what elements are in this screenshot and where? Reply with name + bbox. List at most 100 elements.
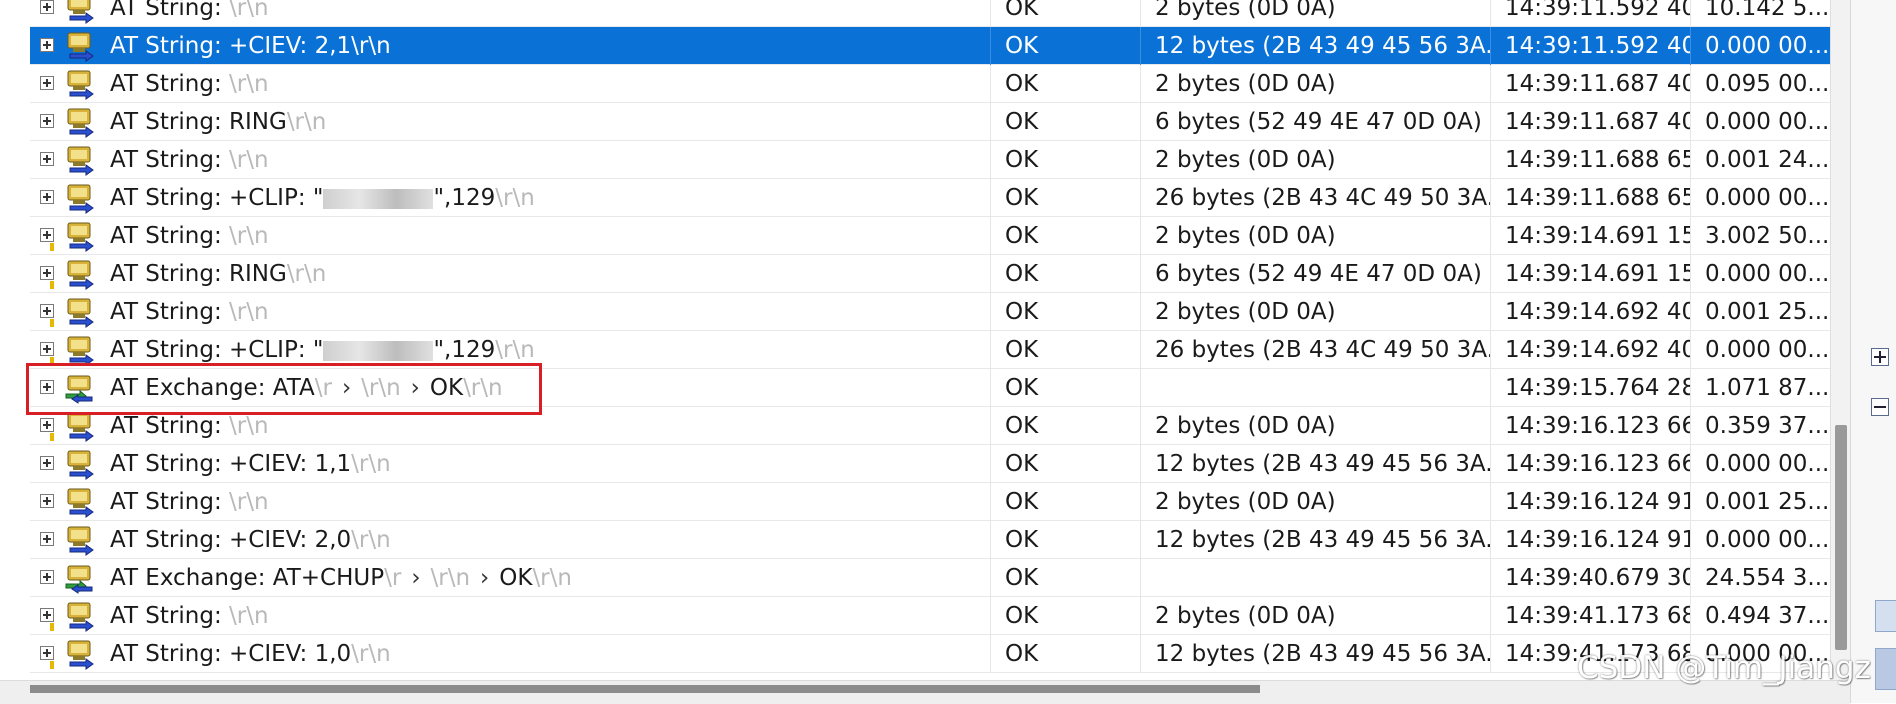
- expand-toggle-icon[interactable]: [40, 646, 54, 660]
- at-command: ATA: [272, 375, 315, 401]
- cell-data: 12 bytes (2B 43 49 45 56 3A...: [1140, 635, 1490, 673]
- side-tool-icon-2[interactable]: [1875, 648, 1896, 690]
- cell-delta: 0.359 37...: [1690, 407, 1830, 445]
- horizontal-scrollbar-thumb[interactable]: [30, 685, 1260, 693]
- table-row[interactable]: AT String: RING\r\n OK 6 bytes (52 49 4E 4…: [30, 103, 1830, 141]
- at-string-icon: [62, 410, 96, 442]
- expand-toggle-icon[interactable]: [40, 38, 54, 52]
- table-row[interactable]: AT String: \r\n OK 2 bytes (0D 0A) 14:39:11…: [30, 141, 1830, 179]
- table-row[interactable]: AT String: \r\n OK 2 bytes (0D 0A) 14:39:41…: [30, 597, 1830, 635]
- table-row[interactable]: AT String: +CLIP: " ",129\r\n OK 26 bytes (…: [30, 179, 1830, 217]
- collapse-all-icon[interactable]: [1871, 398, 1889, 416]
- cell-timestamp: 14:39:15.764 283 200: [1490, 369, 1690, 407]
- cell-data: 2 bytes (0D 0A): [1140, 141, 1490, 179]
- response-line-2: OK: [499, 565, 533, 591]
- cell-data: 2 bytes (0D 0A): [1140, 597, 1490, 635]
- cell-name: AT String: \r\n: [30, 65, 990, 103]
- at-string-icon: [62, 486, 96, 518]
- watermark: CSDN @Tim_Jiangz: [1577, 650, 1871, 686]
- vertical-scrollbar[interactable]: [1830, 0, 1851, 680]
- expand-toggle-icon[interactable]: [40, 114, 54, 128]
- expand-toggle-icon[interactable]: [40, 608, 54, 622]
- at-command-terminator: \r: [384, 565, 402, 591]
- cell-status: OK: [990, 445, 1140, 483]
- cell-timestamp: 14:39:11.592 406 400: [1490, 0, 1690, 27]
- at-string-value: +CIEV: 1,0: [229, 641, 352, 667]
- cell-status: OK: [990, 65, 1140, 103]
- expand-toggle-icon[interactable]: [40, 456, 54, 470]
- table-row[interactable]: AT String: \r\n OK 2 bytes (0D 0A) 14:39:11…: [30, 0, 1830, 27]
- trace-grid[interactable]: AT String: \r\n OK 2 bytes (0D 0A) 14:39:11…: [0, 0, 1830, 680]
- cell-status: OK: [990, 293, 1140, 331]
- table-row[interactable]: AT String: +CIEV: 2,0\r\n OK 12 bytes (2B …: [30, 521, 1830, 559]
- expand-toggle-icon[interactable]: [40, 532, 54, 546]
- cell-data: 6 bytes (52 49 4E 47 0D 0A): [1140, 255, 1490, 293]
- cell-data: 2 bytes (0D 0A): [1140, 217, 1490, 255]
- cell-data: 2 bytes (0D 0A): [1140, 483, 1490, 521]
- table-row[interactable]: AT String: +CLIP: " ",129\r\n OK 26 bytes (…: [30, 331, 1830, 369]
- at-string-icon: [62, 106, 96, 138]
- cell-timestamp: 14:39:14.692 409 200: [1490, 331, 1690, 369]
- row-label: AT String: \r\n: [110, 483, 269, 521]
- expand-toggle-icon[interactable]: [40, 304, 54, 318]
- at-string-value-tail: ",129: [433, 337, 496, 363]
- table-row[interactable]: AT String: +CIEV: 2,1\r\n OK 12 bytes (2B …: [30, 27, 1830, 65]
- line-terminator: \r\n: [229, 71, 269, 97]
- table-row[interactable]: AT String: \r\n OK 2 bytes (0D 0A) 14:39:11…: [30, 65, 1830, 103]
- expand-toggle-icon[interactable]: [40, 152, 54, 166]
- expand-toggle-icon[interactable]: [40, 494, 54, 508]
- table-row[interactable]: AT String: +CIEV: 1,1\r\n OK 12 bytes (2B …: [30, 445, 1830, 483]
- table-row[interactable]: AT String: \r\n OK 2 bytes (0D 0A) 14:39:14…: [30, 293, 1830, 331]
- table-row[interactable]: AT Exchange: AT+CHUP\r › \r\n › OK\r\n OK 14:3…: [30, 559, 1830, 597]
- table-row[interactable]: AT String: +CIEV: 1,0\r\n OK 12 bytes (2B …: [30, 635, 1830, 673]
- row-label: AT Exchange: AT+CHUP\r › \r\n › OK\r\n: [110, 559, 572, 597]
- expand-toggle-icon[interactable]: [40, 266, 54, 280]
- row-type-label: AT String:: [110, 261, 230, 287]
- vertical-scrollbar-thumb[interactable]: [1835, 425, 1847, 650]
- expand-toggle-icon[interactable]: [40, 76, 54, 90]
- cell-name: AT String: RING\r\n: [30, 103, 990, 141]
- line-terminator: \r\n: [351, 641, 391, 667]
- at-string-value: RING: [229, 261, 287, 287]
- row-type-label: AT String:: [110, 527, 230, 553]
- redacted-number: [323, 340, 434, 361]
- row-label: AT String: \r\n: [110, 407, 269, 445]
- line-terminator: \r\n: [229, 299, 269, 325]
- row-type-label: AT String:: [110, 603, 230, 629]
- table-row[interactable]: AT String: \r\n OK 2 bytes (0D 0A) 14:39:14…: [30, 217, 1830, 255]
- expand-toggle-icon[interactable]: [40, 228, 54, 242]
- table-row[interactable]: AT String: \r\n OK 2 bytes (0D 0A) 14:39:16…: [30, 483, 1830, 521]
- expand-toggle-icon[interactable]: [40, 342, 54, 356]
- table-row[interactable]: AT Exchange: ATA\r › \r\n › OK\r\n OK 14:39:15…: [30, 369, 1830, 407]
- cell-status: OK: [990, 217, 1140, 255]
- expand-all-icon[interactable]: [1871, 348, 1889, 366]
- horizontal-scrollbar[interactable]: [0, 680, 1850, 704]
- cell-timestamp: 14:39:11.687 406 400: [1490, 103, 1690, 141]
- expand-toggle-icon[interactable]: [40, 0, 54, 14]
- table-row[interactable]: AT String: \r\n OK 2 bytes (0D 0A) 14:39:16…: [30, 407, 1830, 445]
- response-line-1: \r\n: [430, 565, 471, 591]
- side-tool-icon[interactable]: [1875, 600, 1896, 632]
- expand-toggle-icon[interactable]: [40, 418, 54, 432]
- cell-name: AT String: +CIEV: 2,1\r\n: [30, 27, 990, 65]
- row-label: AT String: +CLIP: " ",129\r\n: [110, 331, 535, 369]
- cell-data: 26 bytes (2B 43 4C 49 50 3A...: [1140, 179, 1490, 217]
- at-exchange-icon: [62, 562, 96, 594]
- at-string-icon: [62, 258, 96, 290]
- warning-marker-icon: [50, 357, 54, 365]
- row-type-label: AT String:: [110, 185, 230, 211]
- row-type-label: AT String:: [110, 147, 230, 173]
- table-row[interactable]: AT String: RING\r\n OK 6 bytes (52 49 4E 4…: [30, 255, 1830, 293]
- cell-data: [1140, 369, 1490, 407]
- expand-toggle-icon[interactable]: [40, 380, 54, 394]
- expand-toggle-icon[interactable]: [40, 190, 54, 204]
- line-terminator: \r\n: [495, 337, 535, 363]
- cell-timestamp: 14:39:16.124 910 300: [1490, 483, 1690, 521]
- expand-toggle-icon[interactable]: [40, 570, 54, 584]
- row-label: AT String: \r\n: [110, 141, 269, 179]
- cell-status: OK: [990, 103, 1140, 141]
- at-string-icon: [62, 30, 96, 62]
- line-terminator: \r\n: [351, 451, 391, 477]
- at-command-terminator: \r: [314, 375, 332, 401]
- at-string-icon: [62, 182, 96, 214]
